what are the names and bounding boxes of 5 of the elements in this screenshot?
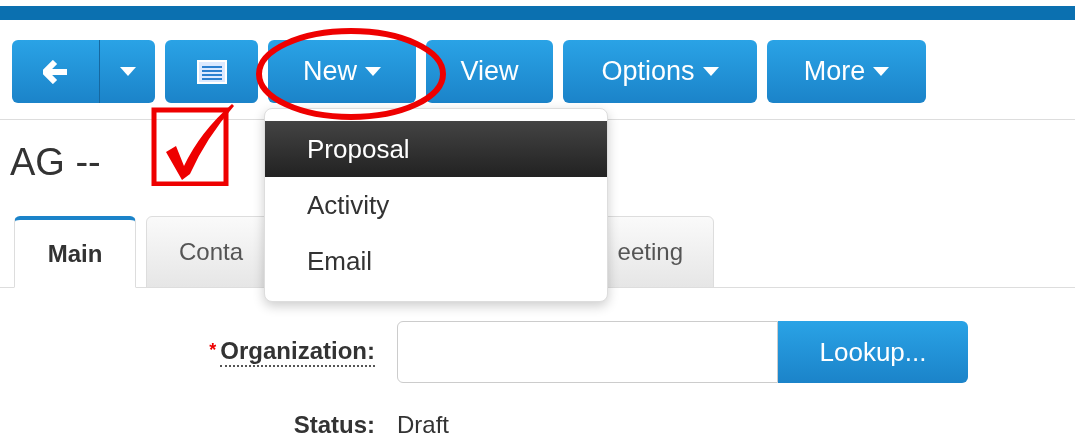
required-asterisk: *	[209, 339, 217, 362]
field-label: Organization:	[220, 337, 375, 367]
status-value: Draft	[397, 410, 449, 440]
record-title: AG --	[10, 140, 101, 185]
field-label: Status:	[293, 410, 375, 440]
